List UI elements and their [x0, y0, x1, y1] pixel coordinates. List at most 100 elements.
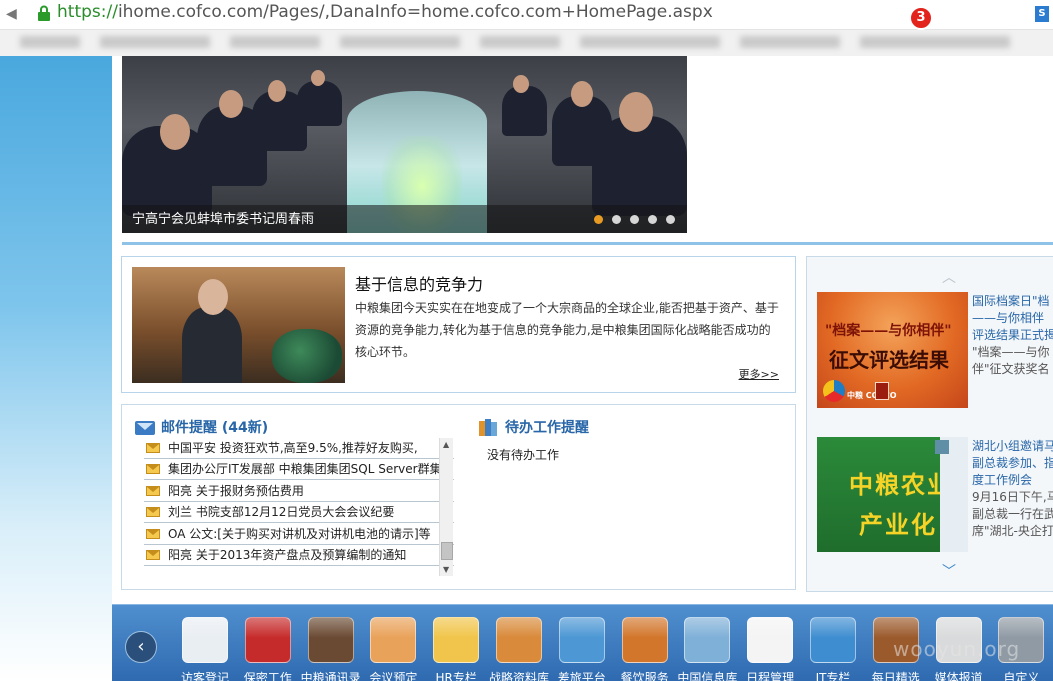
news-line[interactable]: 湖北小组邀请马: [972, 438, 1053, 455]
person-head: [619, 92, 653, 132]
mail-row[interactable]: 刘兰 书院支部12月12日党员大会会议纪要: [144, 502, 454, 523]
dock-item[interactable]: 保密工作: [237, 617, 299, 681]
dock-item[interactable]: 访客登记: [174, 617, 236, 681]
scroll-up-arrow-icon[interactable]: ▲: [443, 440, 449, 449]
dock-item[interactable]: 差旅平台: [551, 617, 613, 681]
dock-item-label[interactable]: HR专栏: [425, 669, 487, 681]
mail-subject[interactable]: 阳亮 关于2013年资产盘点及预算编制的通知: [168, 546, 406, 563]
todo-header[interactable]: 待办工作提醒: [479, 417, 589, 437]
hero-caption[interactable]: 宁高宁会见蚌埠市委书记周春雨: [132, 208, 314, 227]
mail-row[interactable]: 阳亮 关于报财务预估费用: [144, 480, 454, 502]
dock-item[interactable]: 会议预定: [362, 617, 424, 681]
meeting-people-icon[interactable]: [370, 617, 417, 663]
dock-item[interactable]: 餐饮服务: [614, 617, 676, 681]
news-line: 伴"征文获奖名: [972, 362, 1050, 376]
page-root: ◀ https://ihome.cofco.com/Pages/,DanaInf…: [0, 0, 1053, 681]
airplane-icon[interactable]: [558, 617, 605, 663]
news-item-text[interactable]: 国际档案日"档 ——与你相伴 评选结果正式揭 "档案——与你 伴"征文获奖名: [972, 293, 1053, 378]
archive-box-icon[interactable]: [496, 617, 542, 663]
mail-subject[interactable]: OA 公文:[关于购买对讲机及对讲机电池的请示]等: [168, 525, 431, 542]
mail-scrollbar[interactable]: ▲ ▼: [439, 438, 453, 576]
watermark-text: wooyun.org: [893, 637, 1021, 661]
dock-item-label[interactable]: 餐饮服务: [614, 669, 676, 681]
scroll-down-icon[interactable]: ﹀: [942, 561, 956, 581]
extension-icon[interactable]: S: [1035, 6, 1049, 22]
mail-row[interactable]: OA 公文:[关于购买对讲机及对讲机电池的请示]等: [144, 523, 454, 545]
slide-dot[interactable]: [594, 215, 603, 224]
dock-item-label[interactable]: 访客登记: [174, 669, 236, 681]
slide-dot[interactable]: [666, 215, 675, 224]
slide-dot[interactable]: [648, 215, 657, 224]
dock-prev-button[interactable]: ‹: [125, 631, 157, 663]
slide-dot[interactable]: [630, 215, 639, 224]
scrollbar-thumb[interactable]: [441, 542, 453, 560]
slide-dot[interactable]: [612, 215, 621, 224]
feature-photo[interactable]: [132, 267, 345, 383]
dock-item[interactable]: IT专栏: [802, 617, 864, 681]
person-silhouette: [297, 81, 342, 126]
dock-item-label[interactable]: 保密工作: [237, 669, 299, 681]
hr-card-icon[interactable]: [433, 617, 480, 663]
dock-item-label[interactable]: 日程管理: [739, 669, 801, 681]
mail-header[interactable]: 邮件提醒 (44新): [135, 417, 268, 437]
restaurant-icon[interactable]: [621, 617, 668, 663]
scroll-down-arrow-icon[interactable]: ▼: [443, 565, 449, 574]
binders-icon[interactable]: [684, 617, 731, 663]
mail-subject[interactable]: 刘兰 书院支部12月12日党员大会会议纪要: [168, 503, 394, 520]
mail-subject[interactable]: 中国平安 投资狂欢节,高至9.5%,推荐好友购买,: [168, 439, 418, 456]
dock-item-label[interactable]: 会议预定: [362, 669, 424, 681]
news-line[interactable]: 评选结果正式揭: [972, 327, 1053, 344]
mail-subject[interactable]: 集团办公厅IT发展部 中粮集团集团SQL Server群集: [168, 460, 442, 477]
mail-row[interactable]: 阳亮 关于2013年资产盘点及预算编制的通知: [144, 545, 454, 566]
hero-slideshow[interactable]: 宁高宁会见蚌埠市委书记周春雨: [122, 56, 687, 233]
feature-title[interactable]: 基于信息的竞争力: [355, 271, 483, 295]
mail-row[interactable]: 集团办公厅IT发展部 中粮集团集团SQL Server群集: [144, 459, 454, 480]
speaker-face: [198, 279, 228, 315]
news-line[interactable]: 度工作例会: [972, 472, 1053, 489]
dock-item[interactable]: 战略资料库: [488, 617, 550, 681]
scroll-up-icon[interactable]: ︿: [942, 267, 956, 287]
mail-row[interactable]: 中国平安 投资狂欢节,高至9.5%,推荐好友购买,: [144, 437, 454, 459]
person-head: [311, 70, 325, 86]
dock-item[interactable]: HR专栏: [425, 617, 487, 681]
slide-dots: [594, 215, 675, 224]
news-sidebar: ︿ "档案——与你相伴" 征文评选结果 中粮 COFCO 国际档案日"档 ——与你…: [806, 256, 1053, 592]
more-link[interactable]: 更多>>: [739, 366, 779, 382]
confidential-seal-icon[interactable]: [244, 617, 291, 663]
dock-item-label[interactable]: 自定义: [990, 669, 1052, 681]
mail-subject[interactable]: 阳亮 关于报财务预估费用: [168, 482, 304, 499]
news-line[interactable]: ——与你相伴: [972, 310, 1053, 327]
dock-item-label[interactable]: 中国信息库: [676, 669, 738, 681]
corner-icon: [935, 440, 949, 454]
it-network-icon[interactable]: [810, 617, 856, 663]
dock-item-label[interactable]: 媒体报道: [928, 669, 990, 681]
visitor-badge-icon[interactable]: [182, 617, 228, 663]
blurred-bookmarks-bar: [0, 30, 1053, 56]
image-text-line: 征文评选结果: [829, 348, 949, 372]
image-text-line: 中粮农业: [849, 470, 940, 499]
dock-item-label[interactable]: IT专栏: [802, 669, 864, 681]
mail-title[interactable]: 邮件提醒 (44新): [161, 417, 268, 437]
dock-item-label[interactable]: 每日精选: [865, 669, 927, 681]
address-bar[interactable]: ◀ https://ihome.cofco.com/Pages/,DanaInf…: [0, 0, 1053, 30]
dock-item-label[interactable]: 差旅平台: [551, 669, 613, 681]
person-head: [268, 80, 286, 102]
back-icon[interactable]: ◀: [6, 6, 22, 22]
agri-industry-image[interactable]: 中粮农业 产业化: [817, 437, 940, 552]
dock-item[interactable]: 中粮通讯录: [300, 617, 362, 681]
seal-icon: [875, 382, 889, 400]
todo-title[interactable]: 待办工作提醒: [505, 417, 589, 437]
address-book-icon[interactable]: [307, 617, 354, 663]
news-line[interactable]: 国际档案日"档: [972, 293, 1053, 310]
dock-item[interactable]: 日程管理: [739, 617, 801, 681]
news-line[interactable]: 副总裁参加、指: [972, 455, 1053, 472]
dock-item-label[interactable]: 战略资料库: [488, 669, 550, 681]
dock-item[interactable]: 中国信息库: [676, 617, 738, 681]
dock-item-label[interactable]: 中粮通讯录: [300, 669, 362, 681]
url-text[interactable]: https://ihome.cofco.com/Pages/,DanaInfo=…: [57, 2, 713, 22]
news-item-text[interactable]: 湖北小组邀请马 副总裁参加、指 度工作例会 9月16日下午,马 副总裁一行在武 席"湖北-…: [972, 438, 1053, 540]
mail-icon: [135, 418, 155, 436]
archive-day-image[interactable]: "档案——与你相伴" 征文评选结果 中粮 COFCO: [817, 292, 968, 408]
envelope-icon: [146, 485, 160, 496]
calendar-icon[interactable]: [747, 617, 794, 663]
